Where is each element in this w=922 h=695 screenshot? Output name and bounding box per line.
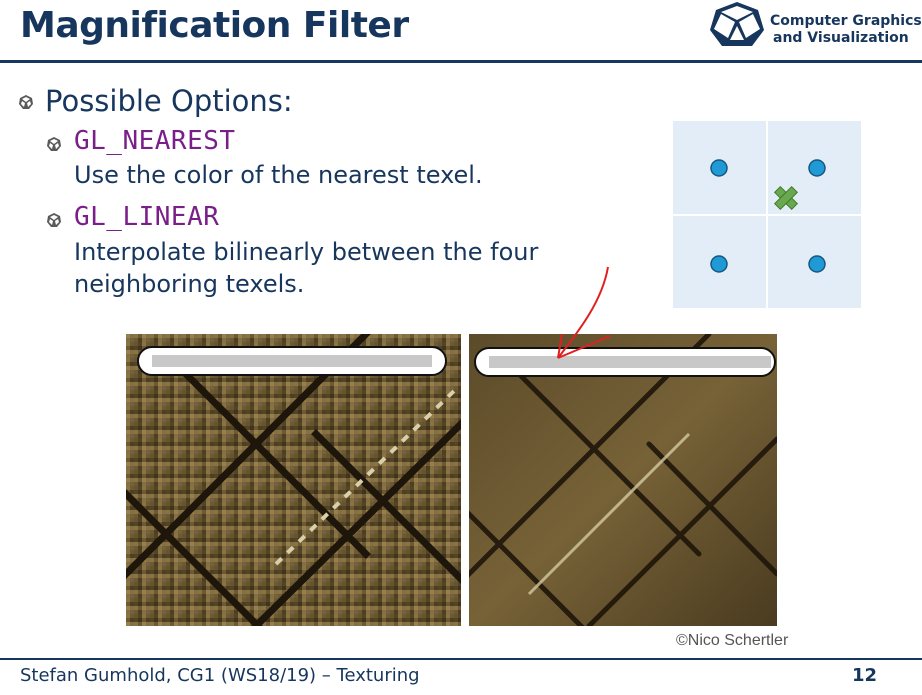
- texture-nearest-image: [126, 334, 461, 626]
- footer-divider: [0, 658, 922, 660]
- page-number: 12: [851, 665, 877, 686]
- option-desc-linear-line2: neighboring texels.: [74, 270, 305, 298]
- option-desc-linear-line1: Interpolate bilinearly between the four: [74, 238, 539, 266]
- texel-grid-diagram: [673, 121, 861, 308]
- logo-text-line2: and Visualization: [773, 30, 909, 46]
- header-divider: [0, 60, 922, 63]
- texel-dot-bottom-left: [710, 255, 728, 273]
- texel-dot-top-right: [808, 159, 826, 177]
- polyhedron-bullet-icon: [47, 137, 61, 151]
- polyhedron-logo-icon: [710, 2, 764, 46]
- option-name-nearest: GL_NEAREST: [74, 126, 236, 156]
- option-name-linear: GL_LINEAR: [74, 202, 220, 232]
- footer-text: Stefan Gumhold, CG1 (WS18/19) – Texturin…: [20, 665, 420, 686]
- slide-title: Magnification Filter: [20, 5, 409, 46]
- polyhedron-bullet-icon: [47, 213, 61, 227]
- annotation-arrow-icon: [557, 266, 611, 359]
- image-credit: ©Nico Schertler: [676, 632, 789, 649]
- section-heading: Possible Options:: [45, 84, 293, 118]
- logo-text: Computer Graphics and Visualization: [770, 13, 922, 47]
- texture-linear-image: [469, 334, 777, 626]
- polyhedron-bullet-icon: [19, 95, 33, 109]
- texel-dot-top-left: [710, 159, 728, 177]
- texel-dot-bottom-right: [808, 255, 826, 273]
- logo-text-line1: Computer Graphics: [770, 13, 922, 29]
- option-desc-nearest: Use the color of the nearest texel.: [74, 161, 483, 189]
